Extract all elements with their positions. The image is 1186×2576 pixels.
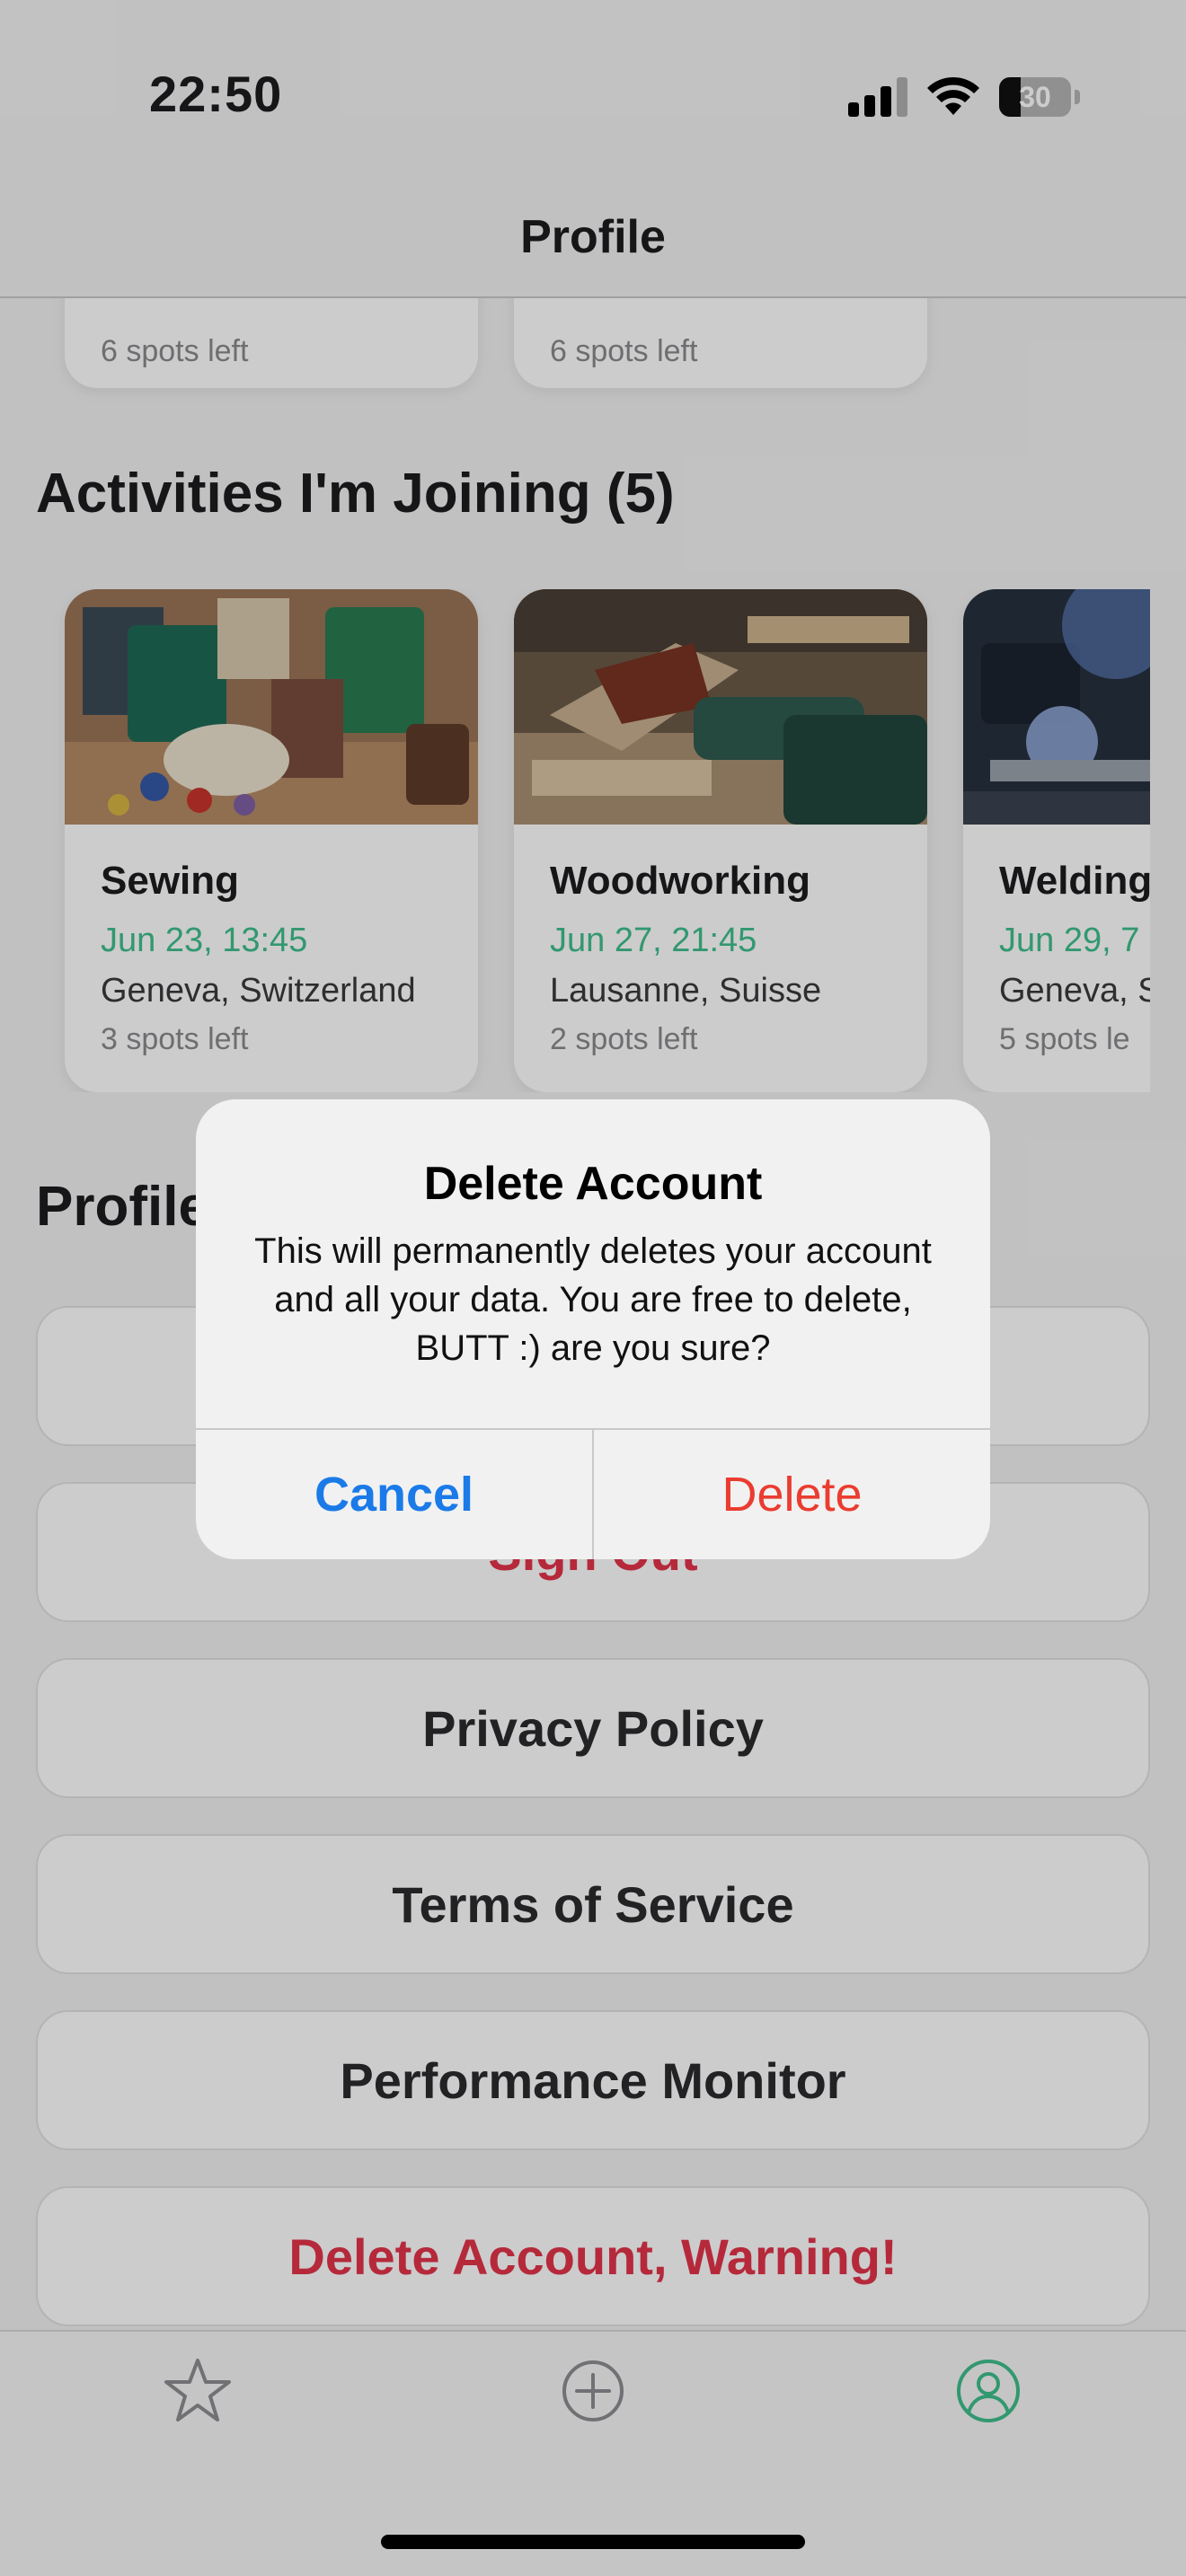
delete-account-alert: Delete Account This will permanently del… xyxy=(196,1099,990,1559)
alert-title: Delete Account xyxy=(423,1158,763,1210)
alert-delete-button[interactable]: Delete xyxy=(594,1430,990,1559)
home-indicator xyxy=(381,2535,805,2549)
alert-message: This will permanently deletes your accou… xyxy=(254,1231,932,1368)
alert-cancel-button[interactable]: Cancel xyxy=(196,1430,592,1559)
